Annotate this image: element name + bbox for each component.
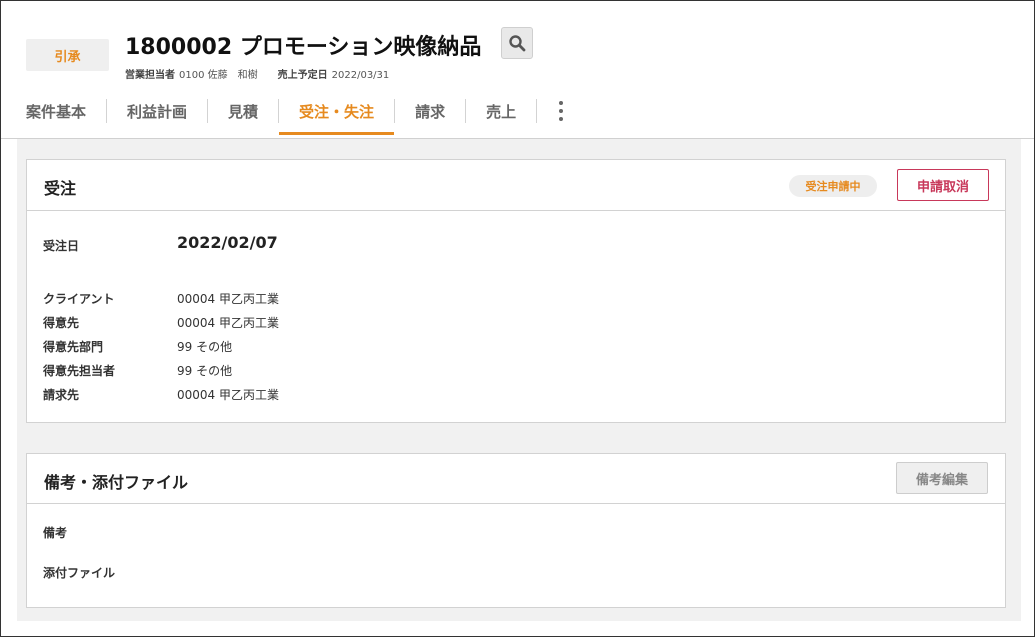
order-card-header: 受注 受注申請中 申請取消: [27, 160, 1005, 211]
field-label: 受注日: [43, 239, 80, 253]
main-content: 受注 受注申請中 申請取消 受注日 2022/02/07 クライアント 0000…: [17, 139, 1021, 621]
sales-rep-value: 0100 佐藤 和樹: [179, 70, 258, 81]
field-label: 備考: [43, 526, 68, 540]
field-value: 00004 甲乙丙工業: [177, 292, 279, 306]
page-meta: 営業担当者 0100 佐藤 和樹 売上予定日 2022/03/31: [125, 66, 393, 81]
field-value: 00004 甲乙丙工業: [177, 388, 279, 402]
sales-date-label: 売上予定日: [277, 70, 328, 81]
search-icon: [509, 35, 526, 52]
notes-card-header: 備考・添付ファイル 備考編集: [27, 454, 1005, 504]
tab-divider: [536, 99, 538, 123]
field-value: 99 その他: [177, 364, 233, 378]
field-value: 00004 甲乙丙工業: [177, 316, 279, 330]
more-vertical-icon[interactable]: [551, 91, 571, 131]
notes-card: 備考・添付ファイル 備考編集 備考 添付ファイル: [26, 453, 1006, 608]
field-label: クライアント: [43, 292, 115, 306]
field-label: 得意先部門: [43, 340, 104, 354]
page-title: 1800002 プロモーション映像納品: [125, 35, 482, 60]
tab-order[interactable]: 受注・失注: [279, 91, 395, 135]
tab-sales[interactable]: 売上: [466, 91, 536, 131]
field-label: 請求先: [43, 388, 80, 402]
tab-bar: 案件基本 利益計画 見積 受注・失注 請求 売上: [26, 91, 571, 139]
status-badge: 受注申請中: [789, 175, 877, 197]
field-label: 得意先担当者: [43, 364, 116, 378]
sales-date-value: 2022/03/31: [331, 70, 390, 81]
order-card: 受注 受注申請中 申請取消 受注日 2022/02/07 クライアント 0000…: [26, 159, 1006, 423]
cancel-request-button[interactable]: 申請取消: [897, 169, 989, 201]
sales-rep-label: 営業担当者: [125, 70, 175, 81]
tab-billing[interactable]: 請求: [395, 91, 465, 131]
field-value: 2022/02/07: [177, 233, 278, 252]
field-value: 99 その他: [177, 340, 233, 354]
tab-estimate[interactable]: 見積: [208, 91, 278, 131]
status-chip: 引承: [26, 39, 109, 71]
field-label: 得意先: [43, 316, 80, 330]
tab-basic[interactable]: 案件基本: [26, 91, 106, 131]
field-label: 添付ファイル: [43, 566, 116, 580]
tab-profit-plan[interactable]: 利益計画: [107, 91, 207, 131]
edit-notes-button[interactable]: 備考編集: [896, 462, 988, 494]
search-button[interactable]: [501, 27, 533, 59]
order-card-title: 受注: [44, 179, 77, 198]
app-window: 引承 1800002 プロモーション映像納品 営業担当者 0100 佐藤 和樹 売上…: [0, 0, 1035, 637]
notes-card-title: 備考・添付ファイル: [44, 473, 189, 492]
